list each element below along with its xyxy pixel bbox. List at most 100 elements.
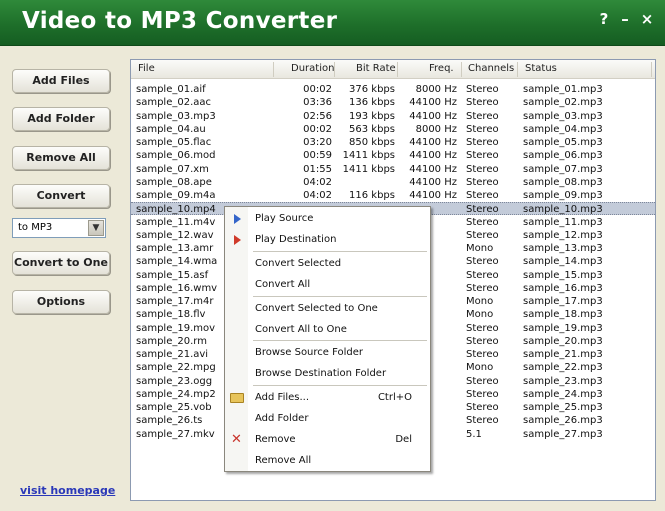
cell-freq: 44100 Hz	[409, 150, 457, 162]
menu-item-convert-all-to-one[interactable]: Convert All to One	[225, 321, 430, 339]
header-freq[interactable]: Freq.	[429, 63, 454, 74]
cell-bitrate: 193 kbps	[349, 110, 395, 122]
menu-item-remove-all[interactable]: Remove All	[225, 452, 430, 470]
cell-bitrate: 376 kbps	[349, 84, 395, 95]
table-row[interactable]: sample_05.flac 03:20 850 kbps 44100 Hz Stere…	[131, 136, 655, 149]
close-button[interactable]: ×	[639, 10, 655, 28]
cell-status: sample_10.mp3	[523, 204, 603, 216]
cell-file: sample_18.flv	[136, 309, 206, 321]
cell-status: sample_22.mp3	[523, 362, 603, 374]
options-button[interactable]: Options	[12, 290, 110, 314]
menu-item-remove[interactable]: ✕ Remove Del	[225, 431, 430, 449]
menu-item-label: Remove All	[255, 455, 312, 466]
header-divider	[517, 62, 518, 77]
menu-item-play-source[interactable]: Play Source	[225, 210, 430, 228]
cell-status: sample_27.mp3	[523, 428, 603, 440]
cell-channels: Stereo	[466, 282, 499, 294]
cell-freq: 44100 Hz	[409, 97, 457, 109]
cell-file: sample_04.au	[136, 123, 206, 135]
cell-channels: Stereo	[466, 375, 499, 387]
header-divider	[273, 62, 274, 77]
cell-file: sample_26.ts	[136, 415, 203, 427]
menu-item-label: Convert All	[255, 279, 311, 290]
menu-item-label: Convert Selected to One	[255, 303, 378, 314]
minimize-button[interactable]: –	[617, 10, 633, 28]
add-folder-button[interactable]: Add Folder	[12, 107, 110, 131]
cell-channels: Stereo	[466, 322, 499, 334]
menu-item-add-files[interactable]: Add Files... Ctrl+O	[225, 389, 430, 407]
cell-duration: 02:56	[303, 110, 332, 122]
cell-duration: 04:02	[303, 190, 332, 201]
menu-item-label: Play Source	[255, 213, 314, 224]
cell-bitrate: 850 kbps	[349, 137, 395, 148]
menu-item-label: Convert All to One	[255, 324, 347, 335]
menu-item-convert-selected[interactable]: Convert Selected	[225, 255, 430, 273]
table-row[interactable]: sample_03.mp3 02:56 193 kbps 44100 Hz Stereo…	[131, 110, 655, 123]
cell-status: sample_03.mp3	[523, 110, 603, 122]
convert-to-one-button[interactable]: Convert to One	[12, 251, 110, 275]
header-bitrate[interactable]: Bit Rate	[356, 63, 396, 74]
cell-status: sample_13.mp3	[523, 243, 603, 254]
menu-item-add-folder[interactable]: Add Folder	[225, 410, 430, 428]
cell-status: sample_02.mp3	[523, 97, 603, 109]
cell-file: sample_11.m4v	[136, 216, 216, 228]
menu-item-browse-source-folder[interactable]: Browse Source Folder	[225, 344, 430, 362]
cell-status: sample_15.mp3	[523, 269, 603, 281]
cell-file: sample_27.mkv	[136, 428, 215, 440]
cell-status: sample_25.mp3	[523, 402, 603, 413]
cell-channels: Stereo	[466, 110, 499, 122]
cell-channels: Stereo	[466, 176, 499, 188]
cell-file: sample_24.mp2	[136, 388, 216, 400]
menu-item-convert-all[interactable]: Convert All	[225, 276, 430, 294]
open-folder-icon	[230, 393, 244, 403]
header-divider	[651, 62, 652, 77]
menu-item-browse-destination-folder[interactable]: Browse Destination Folder	[225, 365, 430, 383]
cell-channels: Stereo	[466, 229, 499, 241]
app-title: Video to MP3 Converter	[22, 8, 338, 34]
cell-channels: Stereo	[466, 150, 499, 162]
cell-status: sample_18.mp3	[523, 309, 603, 321]
cell-channels: Mono	[466, 309, 494, 321]
table-row[interactable]: sample_01.aif 00:02 376 kbps 8000 Hz Stereo s…	[131, 83, 655, 96]
table-row[interactable]: sample_02.aac 03:36 136 kbps 44100 Hz Stereo…	[131, 96, 655, 109]
cell-file: sample_01.aif	[136, 84, 206, 95]
cell-file: sample_25.vob	[136, 402, 212, 413]
cell-channels: Stereo	[466, 256, 499, 268]
table-row[interactable]: sample_06.mod 00:59 1411 kbps 44100 Hz Stere…	[131, 149, 655, 162]
table-row[interactable]: sample_08.ape 04:02 44100 Hz Stereo sample_0…	[131, 176, 655, 189]
cell-bitrate: 116 kbps	[349, 190, 395, 201]
cell-channels: Stereo	[466, 190, 499, 201]
cell-status: sample_12.mp3	[523, 229, 603, 241]
cell-file: sample_13.amr	[136, 243, 214, 254]
cell-file: sample_12.wav	[136, 229, 214, 241]
header-channels[interactable]: Channels	[468, 63, 514, 74]
visit-homepage-link[interactable]: visit homepage	[20, 484, 115, 497]
cell-channels: Stereo	[466, 402, 499, 413]
cell-status: sample_06.mp3	[523, 150, 603, 162]
table-row[interactable]: sample_09.m4a 04:02 116 kbps 44100 Hz Stereo…	[131, 189, 655, 202]
menu-item-play-destination[interactable]: Play Destination	[225, 231, 430, 249]
cell-channels: Stereo	[466, 349, 499, 360]
left-panel: Add Files Add Folder Remove All Convert …	[0, 47, 122, 511]
cell-status: sample_16.mp3	[523, 282, 603, 294]
list-header: File Duration Bit Rate Freq. Channels St…	[131, 60, 655, 79]
menu-item-convert-selected-to-one[interactable]: Convert Selected to One	[225, 300, 430, 318]
format-select[interactable]: to MP3 ▼	[12, 218, 106, 238]
remove-x-icon: ✕	[231, 432, 242, 447]
cell-file: sample_19.mov	[136, 322, 216, 334]
cell-status: sample_24.mp3	[523, 388, 603, 400]
header-file[interactable]: File	[138, 63, 155, 74]
cell-duration: 00:02	[303, 84, 332, 95]
help-button[interactable]: ?	[596, 10, 612, 28]
cell-freq: 44100 Hz	[409, 163, 457, 175]
table-row[interactable]: sample_04.au 00:02 563 kbps 8000 Hz Stereo sa…	[131, 123, 655, 136]
table-row[interactable]: sample_07.xm 01:55 1411 kbps 44100 Hz Stereo…	[131, 163, 655, 176]
chevron-down-icon[interactable]: ▼	[88, 220, 104, 236]
cell-file: sample_21.avi	[136, 349, 209, 360]
convert-button[interactable]: Convert	[12, 184, 110, 208]
header-status[interactable]: Status	[525, 63, 557, 74]
add-files-button[interactable]: Add Files	[12, 69, 110, 93]
header-duration[interactable]: Duration	[291, 63, 334, 74]
remove-all-button[interactable]: Remove All	[12, 146, 110, 170]
header-divider	[397, 62, 398, 77]
